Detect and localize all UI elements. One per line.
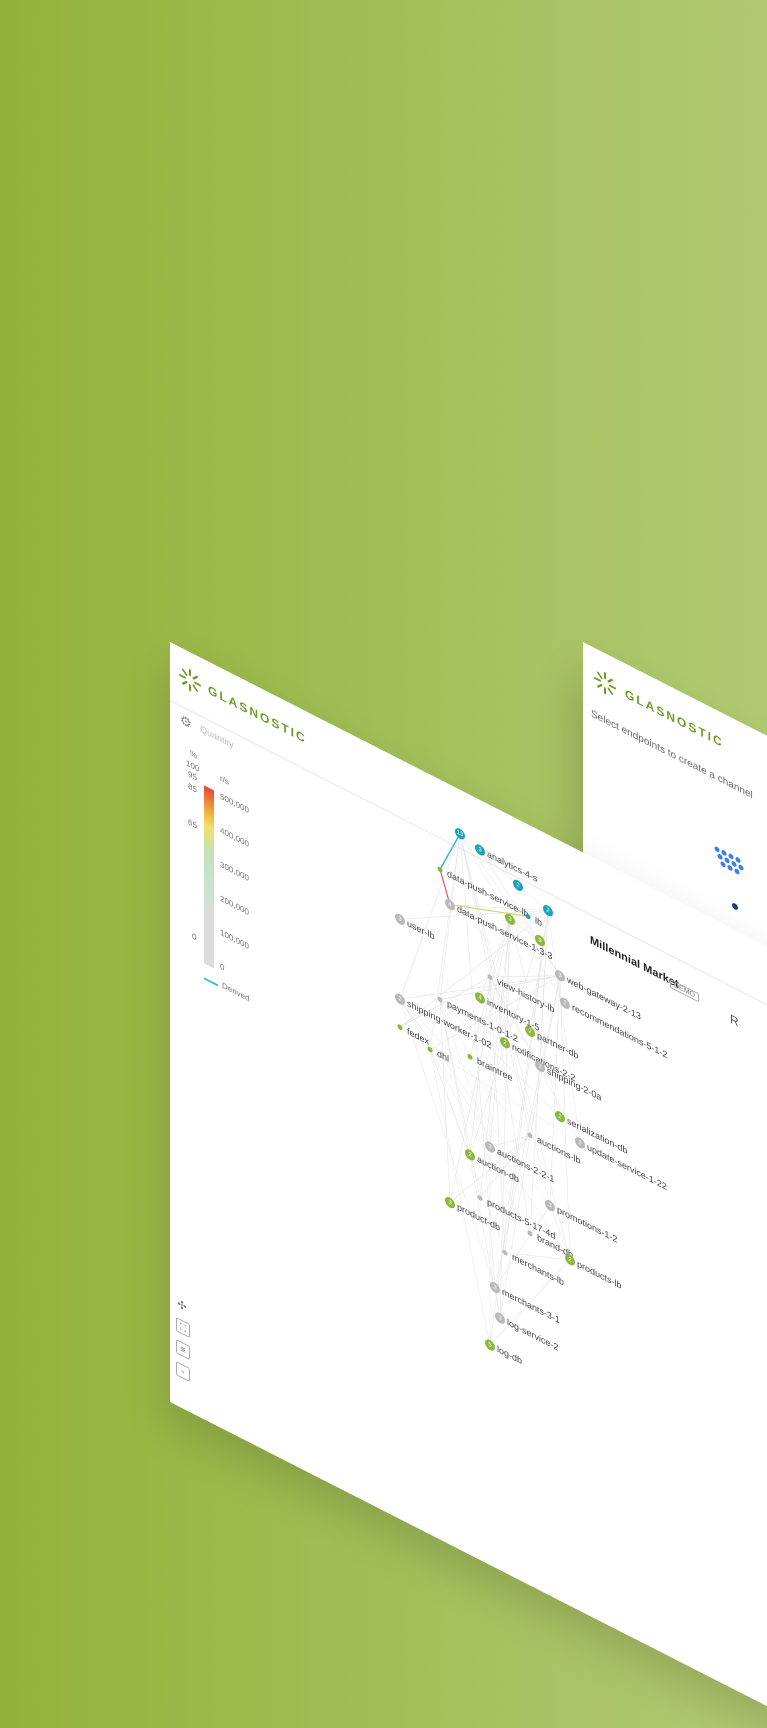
metric-selector[interactable]: Quantity	[200, 723, 234, 750]
legend-percent-tick: 85	[188, 781, 197, 795]
legend-percent-header: %	[190, 748, 198, 761]
legend-rps-tick: 300,000	[220, 859, 249, 884]
graph-node-data-push-service-1-3-3[interactable]: 4 data-push-service-1-3-3	[445, 897, 552, 963]
node-count: 3	[578, 1139, 582, 1148]
node-count: 3	[558, 972, 562, 981]
node-label: merchants-lb	[512, 1252, 564, 1289]
node-count: 2	[398, 995, 402, 1004]
box-icon[interactable]: ▫	[176, 1361, 190, 1383]
graph-node-merchants-lb[interactable]: merchants-lb	[502, 1247, 564, 1289]
gear-icon[interactable]: ⚙	[180, 711, 194, 732]
legend-rps-tick: 500,000	[220, 791, 249, 816]
node-count: 5	[488, 1341, 492, 1350]
graph-icon[interactable]: ✣	[176, 1297, 188, 1315]
graph-edge	[547, 910, 581, 1143]
frame-select-icon[interactable]: ⛶	[176, 1317, 190, 1339]
node-count: 2	[546, 906, 550, 915]
node-label: user-lb	[407, 918, 434, 942]
legend-rps-tick: 0	[220, 961, 225, 973]
node-count: 2	[563, 999, 567, 1008]
legend-rps-header: r/s	[220, 773, 229, 788]
graph-edge	[429, 1049, 581, 1144]
node-count: 3	[398, 915, 402, 924]
node-label: products-lb	[577, 1259, 621, 1292]
graph-node-n2b[interactable]: 2	[543, 903, 553, 918]
derived-line-swatch	[204, 977, 218, 987]
node-count: 3	[548, 1201, 552, 1210]
node-count: 9	[538, 936, 542, 945]
list-icon[interactable]: ≡	[176, 1339, 190, 1361]
node-count: 4	[448, 901, 452, 910]
node-count: 2	[503, 1039, 507, 1048]
graph-node-n2a[interactable]: 2	[513, 878, 523, 893]
legend-rps-tick: 100,000	[220, 927, 249, 952]
node-count: 2	[538, 1062, 542, 1071]
graph-node-dhl[interactable]: dhl	[427, 1044, 449, 1065]
legend-rps-tick: 400,000	[220, 825, 249, 850]
graph-edge	[429, 1049, 531, 1234]
glasnostic-logo-icon	[594, 671, 616, 695]
node-count: 3	[478, 846, 482, 855]
node-marker[interactable]	[427, 1046, 433, 1054]
node-label: log-service-2	[507, 1317, 558, 1354]
legend-derived-label: Derived	[222, 980, 250, 1004]
node-marker[interactable]	[467, 1053, 473, 1061]
node-label: lb	[535, 915, 542, 929]
graph-node-user-lb[interactable]: 3 user-lb	[395, 912, 434, 943]
node-marker[interactable]	[397, 1023, 403, 1031]
node-count: 3	[448, 1199, 452, 1208]
legend-rps-tick: 200,000	[220, 893, 249, 918]
legend-gradient-bar	[204, 785, 214, 969]
node-count: 2	[558, 1113, 562, 1122]
node-label: log-db	[497, 1344, 522, 1367]
node-count: 2	[568, 1256, 572, 1265]
graph-node-log-db[interactable]: 5 log-db	[485, 1338, 522, 1368]
legend-percent-tick: 65	[188, 817, 197, 831]
glasnostic-logo-icon	[179, 668, 201, 692]
node-count: 3	[488, 1143, 492, 1152]
node-label: analytics-4-s	[487, 849, 538, 885]
node-count: 2	[516, 881, 520, 890]
view-toolbar: ✣ ⛶ ≡ ▫	[176, 1297, 190, 1383]
color-legend: % r/s 100 95 85 65 0 500,000 400,000 300…	[176, 741, 256, 1012]
node-count: 4	[478, 994, 482, 1003]
node-count: 3	[508, 915, 512, 924]
graph-node-products-lb[interactable]: 2 products-lb	[565, 1252, 621, 1292]
graph-node-analytics-4-s[interactable]: 3 analytics-4-s	[475, 842, 538, 885]
node-label: promotions-1-2	[557, 1205, 617, 1246]
node-count: 2	[528, 1027, 532, 1036]
node-count: 2	[468, 1151, 472, 1160]
node-count: 3	[493, 1283, 497, 1292]
node-count: 3	[498, 1314, 502, 1323]
legend-percent-tick: 0	[192, 931, 197, 943]
